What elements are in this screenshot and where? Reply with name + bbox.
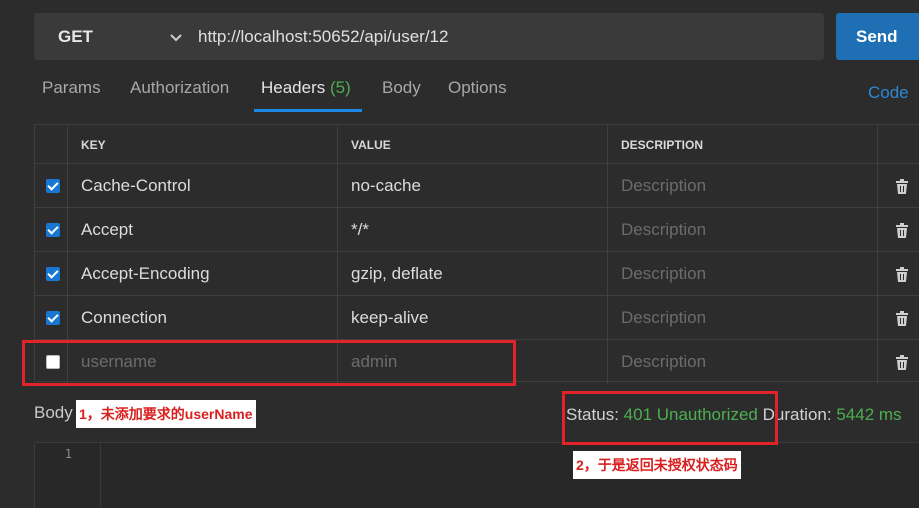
response-body-editor[interactable]: 1 xyxy=(34,442,919,508)
tab-authorization[interactable]: Authorization xyxy=(130,78,229,98)
description-cell[interactable]: Description xyxy=(608,296,878,339)
chevron-down-icon xyxy=(170,34,182,42)
description-cell[interactable]: Description xyxy=(608,340,878,384)
tab-headers-count: (5) xyxy=(330,78,351,97)
request-bar: GET xyxy=(34,13,824,60)
check-cell xyxy=(35,296,68,339)
row-checkbox[interactable] xyxy=(46,223,60,237)
description-cell[interactable]: Description xyxy=(608,208,878,251)
header-description: Description xyxy=(621,308,707,327)
header-description: Description xyxy=(621,352,707,371)
key-cell[interactable]: Connection xyxy=(68,296,338,339)
header-value: gzip, deflate xyxy=(351,264,443,283)
header-key: Accept-Encoding xyxy=(81,264,210,283)
annotation-box-status xyxy=(562,391,778,445)
tab-body[interactable]: Body xyxy=(382,78,421,98)
tab-headers-label: Headers xyxy=(261,78,326,97)
row-checkbox[interactable] xyxy=(46,179,60,193)
header-description: Description xyxy=(621,220,707,239)
description-cell[interactable]: Description xyxy=(608,164,878,207)
header-description: Description xyxy=(621,264,707,283)
key-cell[interactable]: Accept xyxy=(68,208,338,251)
header-description-cell: DESCRIPTION xyxy=(608,125,878,163)
header-value-cell: VALUE xyxy=(338,125,608,163)
tab-headers[interactable]: Headers (5) xyxy=(261,78,351,98)
key-cell[interactable]: Accept-Encoding xyxy=(68,252,338,295)
row-checkbox[interactable] xyxy=(46,267,60,281)
method-select[interactable]: GET xyxy=(34,13,184,60)
active-tab-indicator xyxy=(254,109,362,112)
url-input[interactable] xyxy=(198,13,798,60)
trash-icon[interactable] xyxy=(895,267,909,282)
header-value: no-cache xyxy=(351,176,421,195)
annotation-note-2: 2，于是返回未授权状态码 xyxy=(573,451,741,479)
column-key: KEY xyxy=(81,138,106,152)
table-header-row: KEY VALUE DESCRIPTION xyxy=(35,125,919,164)
row-checkbox[interactable] xyxy=(46,311,60,325)
check-cell xyxy=(35,164,68,207)
code-link[interactable]: Code xyxy=(868,83,909,103)
header-check-cell xyxy=(35,125,68,163)
trash-icon[interactable] xyxy=(895,179,909,194)
table-row: Connection keep-alive Description xyxy=(35,296,919,340)
value-cell[interactable]: keep-alive xyxy=(338,296,608,339)
tab-options[interactable]: Options xyxy=(448,78,507,98)
header-key: Cache-Control xyxy=(81,176,191,195)
header-key-cell: KEY xyxy=(68,125,338,163)
value-cell[interactable]: no-cache xyxy=(338,164,608,207)
tab-params[interactable]: Params xyxy=(42,78,101,98)
delete-cell xyxy=(878,164,919,207)
header-description: Description xyxy=(621,176,707,195)
header-value: */* xyxy=(351,220,369,239)
send-button[interactable]: Send xyxy=(836,13,919,60)
trash-icon[interactable] xyxy=(895,223,909,238)
line-gutter: 1 xyxy=(35,443,101,508)
header-actions-cell xyxy=(878,125,919,163)
check-cell xyxy=(35,252,68,295)
trash-icon[interactable] xyxy=(895,311,909,326)
duration-value: 5442 ms xyxy=(836,405,902,424)
response-body-label[interactable]: Body xyxy=(34,403,73,423)
trash-icon[interactable] xyxy=(895,355,909,370)
description-cell[interactable]: Description xyxy=(608,252,878,295)
annotation-note-1: 1，未添加要求的userName xyxy=(76,400,256,428)
table-row: Accept-Encoding gzip, deflate Descriptio… xyxy=(35,252,919,296)
column-value: VALUE xyxy=(351,138,391,152)
method-label: GET xyxy=(58,26,93,46)
column-description: DESCRIPTION xyxy=(621,138,704,152)
header-key: Connection xyxy=(81,308,168,327)
delete-cell xyxy=(878,340,919,384)
line-number: 1 xyxy=(64,447,72,461)
value-cell[interactable]: */* xyxy=(338,208,608,251)
delete-cell xyxy=(878,252,919,295)
value-cell[interactable]: gzip, deflate xyxy=(338,252,608,295)
key-cell[interactable]: Cache-Control xyxy=(68,164,338,207)
annotation-box-username-row xyxy=(22,340,516,386)
table-row: Cache-Control no-cache Description xyxy=(35,164,919,208)
header-value: keep-alive xyxy=(351,308,429,327)
table-row: Accept */* Description xyxy=(35,208,919,252)
delete-cell xyxy=(878,208,919,251)
header-key: Accept xyxy=(81,220,133,239)
check-cell xyxy=(35,208,68,251)
delete-cell xyxy=(878,296,919,339)
